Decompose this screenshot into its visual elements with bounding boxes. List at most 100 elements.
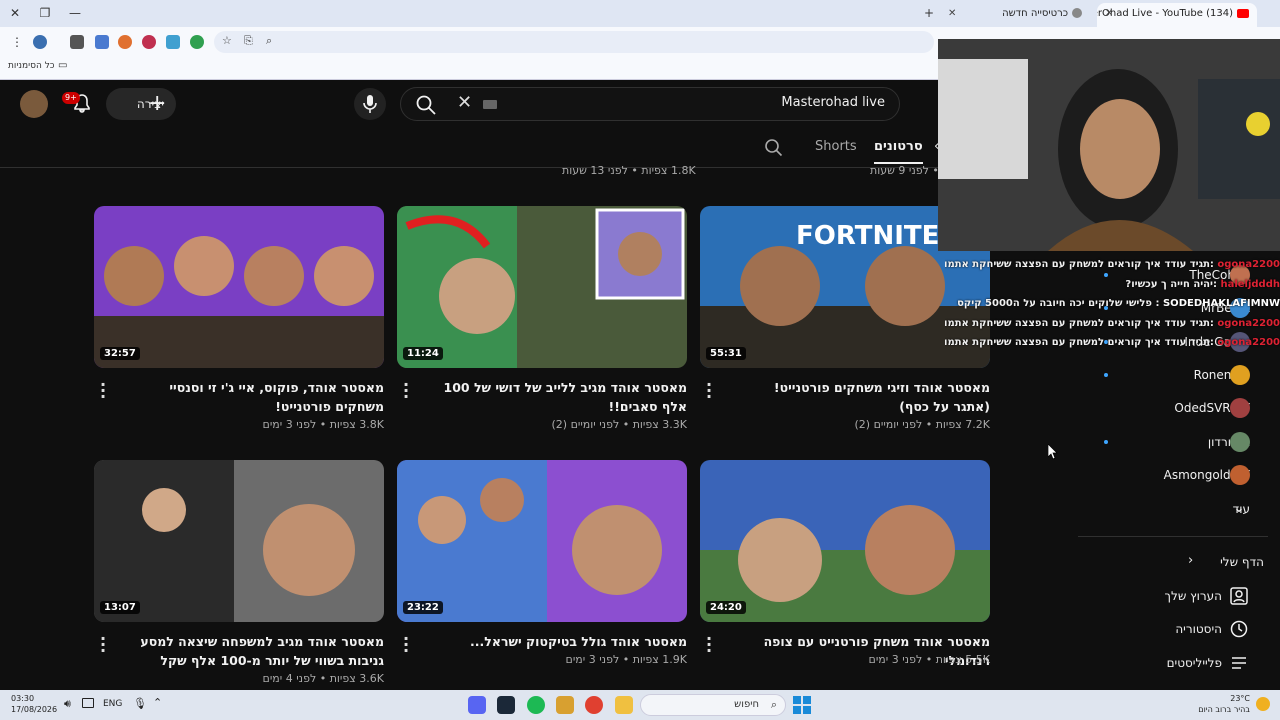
view-count: 1.9K צפיות bbox=[632, 653, 687, 666]
weather-widget[interactable]: 23°C בהיר ברוב היום bbox=[1198, 693, 1250, 715]
extension-icon[interactable] bbox=[118, 35, 132, 49]
svg-text:FORTNITE: FORTNITE bbox=[796, 221, 939, 251]
video-meta: 3.6K צפיות • לפני 4 ימים bbox=[262, 672, 384, 685]
chat-user: SODEDHAKLAFIMNW bbox=[1162, 298, 1280, 309]
windows-start-icon[interactable] bbox=[793, 696, 811, 714]
folder-icon: ▭ bbox=[58, 60, 68, 71]
chat-message: haleljdddh :יהיה חייה ך עכשיו? bbox=[945, 275, 1280, 295]
view-count: 3.3K צפיות bbox=[632, 418, 687, 431]
video-menu-icon[interactable]: · · · bbox=[98, 377, 108, 405]
extension-icon[interactable] bbox=[166, 35, 180, 49]
tab-youtube[interactable]: (134) MasterOhad Live - YouTube ✕ bbox=[1097, 3, 1257, 27]
video-thumbnail[interactable]: 11:24 bbox=[397, 206, 687, 368]
taskbar-search[interactable]: חיפוש ⌕ bbox=[640, 694, 786, 716]
video-age: לפני 3 ימים bbox=[565, 653, 620, 666]
video-title[interactable]: מאסטר אוהד מגיב למשפחה שיצאה למסע גניבות… bbox=[134, 632, 384, 670]
menu-dots-icon[interactable]: ⋮ bbox=[6, 33, 28, 51]
all-bookmarks-label[interactable]: כל הסימניות bbox=[8, 61, 55, 71]
channel-search-icon[interactable] bbox=[764, 138, 784, 158]
minimize-window-icon[interactable]: — bbox=[64, 4, 86, 22]
duration-badge: 13:07 bbox=[100, 601, 140, 614]
address-bar[interactable]: ☆ ⎘ ⌕ bbox=[214, 31, 934, 53]
steam-app-icon[interactable] bbox=[497, 696, 515, 714]
view-count: 5.5K צפיות bbox=[935, 653, 990, 666]
video-meta: 7.2K צפיות • לפני יומיים (2) bbox=[854, 418, 990, 431]
app-icon[interactable] bbox=[556, 696, 574, 714]
notification-count-badge: 9+ bbox=[62, 92, 80, 104]
clock[interactable]: 03:30 17/08/2026 bbox=[11, 693, 57, 715]
tab-new-tab[interactable]: כרטיסייה חדשה ✕ bbox=[940, 3, 1090, 27]
video-meta: 5.5K צפיות • לפני 3 ימים bbox=[868, 653, 990, 666]
video-title[interactable]: מאסטר אוהד גולל בטיקטוק ישראל... bbox=[437, 632, 687, 651]
microphone-tray-icon[interactable]: 🎙︎ bbox=[133, 697, 147, 710]
extension-icon[interactable] bbox=[190, 35, 204, 49]
network-icon[interactable] bbox=[82, 698, 94, 708]
volume-icon[interactable]: 🔊︎ bbox=[64, 697, 71, 711]
chat-message: ogona2200 :תגיד עודד איך קוראים למשחק עם… bbox=[945, 255, 1280, 275]
plus-icon: + bbox=[148, 91, 167, 116]
video-thumbnail[interactable]: 32:57 bbox=[94, 206, 384, 368]
duration-badge: 55:31 bbox=[706, 347, 746, 360]
browser-tab-bar: ✕ ❐ — (134) MasterOhad Live - YouTube ✕ … bbox=[0, 0, 1280, 27]
search-query: Masterohad live bbox=[781, 95, 885, 110]
video-thumbnail[interactable]: 24:20 bbox=[700, 460, 990, 622]
video-thumbnail[interactable]: 13:07 bbox=[94, 460, 384, 622]
clock-date: 17/08/2026 bbox=[11, 705, 58, 714]
video-title[interactable]: מאסטר אוהד, פוקוס, איי ג'י זי וסנסיי משח… bbox=[134, 378, 384, 416]
tab-title: כרטיסייה חדשה bbox=[1002, 8, 1068, 19]
tab-title: (134) MasterOhad Live - YouTube bbox=[1097, 8, 1233, 19]
close-tab-icon[interactable]: ✕ bbox=[1105, 3, 1113, 25]
channel-tabs: סרטונים Shorts ‹ bbox=[0, 128, 940, 168]
youtube-favicon-icon bbox=[1237, 8, 1249, 18]
tab-shorts[interactable]: Shorts bbox=[815, 139, 857, 154]
extensions-puzzle-icon[interactable] bbox=[70, 35, 84, 49]
chat-text: : פלישי שלוקים יכה חיובה על ה5000 קיקס bbox=[957, 298, 1160, 309]
bookmark-star-icon[interactable]: ☆ bbox=[222, 34, 232, 47]
clear-search-icon[interactable]: ✕ bbox=[457, 92, 472, 113]
tab-videos[interactable]: סרטונים bbox=[874, 139, 923, 164]
weather-description: בהיר ברוב היום bbox=[1198, 705, 1250, 714]
my-page-label: הדף שלי bbox=[1220, 555, 1264, 569]
video-menu-icon[interactable]: · · · bbox=[401, 377, 411, 405]
new-tab-icon[interactable]: + bbox=[918, 4, 940, 22]
close-window-icon[interactable]: ✕ bbox=[4, 4, 26, 22]
keyboard-icon[interactable] bbox=[483, 100, 497, 109]
language-indicator[interactable]: ENG bbox=[103, 699, 122, 709]
show-hidden-icons-chevron-icon[interactable]: ⌃ bbox=[153, 696, 162, 709]
video-menu-icon[interactable]: · · · bbox=[704, 631, 714, 659]
live-indicator-icon bbox=[1104, 440, 1108, 444]
thumbnail-image bbox=[700, 460, 990, 622]
video-thumbnail[interactable]: 23:22 bbox=[397, 460, 687, 622]
search-icon[interactable] bbox=[415, 94, 437, 116]
duration-badge: 32:57 bbox=[100, 347, 140, 360]
chat-text: :יהיה חייה ך עכשיו? bbox=[1125, 278, 1217, 290]
video-menu-icon[interactable]: · · · bbox=[98, 631, 108, 659]
close-tab-icon[interactable]: ✕ bbox=[948, 3, 956, 25]
discord-app-icon[interactable] bbox=[468, 696, 486, 714]
file-explorer-icon[interactable] bbox=[615, 696, 633, 714]
nav-label: היסטוריה bbox=[1175, 622, 1222, 636]
voice-search-button[interactable] bbox=[354, 88, 386, 120]
extension-icon[interactable] bbox=[33, 35, 47, 49]
extension-icon[interactable] bbox=[142, 35, 156, 49]
search-input[interactable]: ✕ Masterohad live bbox=[400, 87, 900, 121]
video-menu-icon[interactable]: · · · bbox=[401, 631, 411, 659]
chrome-app-icon[interactable] bbox=[585, 696, 603, 714]
video-menu-icon[interactable]: · · · bbox=[704, 377, 714, 405]
video-title[interactable]: מאסטר אוהד וזיגי משחקים פורטנייט! (אתגר … bbox=[740, 378, 990, 416]
playlists-icon bbox=[1232, 657, 1246, 669]
video-title[interactable]: מאסטר אוהד מגיב ללייב של דושי של 100 אלף… bbox=[437, 378, 687, 416]
extension-icon[interactable] bbox=[95, 35, 109, 49]
view-count: 3.8K צפיות bbox=[329, 418, 384, 431]
spotify-app-icon[interactable] bbox=[527, 696, 545, 714]
channel-avatar bbox=[1230, 365, 1250, 385]
chat-text: :תגיד עודד איך קוראים למשחק עם הפצצה ששי… bbox=[945, 317, 1214, 329]
avatar[interactable] bbox=[20, 90, 48, 118]
channel-avatar bbox=[1230, 398, 1250, 418]
cast-icon[interactable]: ⎘ bbox=[244, 34, 253, 48]
create-button[interactable]: יצירה + bbox=[106, 88, 176, 120]
zoom-icon[interactable]: ⌕ bbox=[266, 34, 272, 48]
chat-text: :תגיד עודד איך קוראים למשחק עם הפצצה ששי… bbox=[945, 337, 1214, 348]
clock-time: 03:30 bbox=[11, 694, 35, 703]
restore-window-icon[interactable]: ❐ bbox=[34, 4, 56, 22]
